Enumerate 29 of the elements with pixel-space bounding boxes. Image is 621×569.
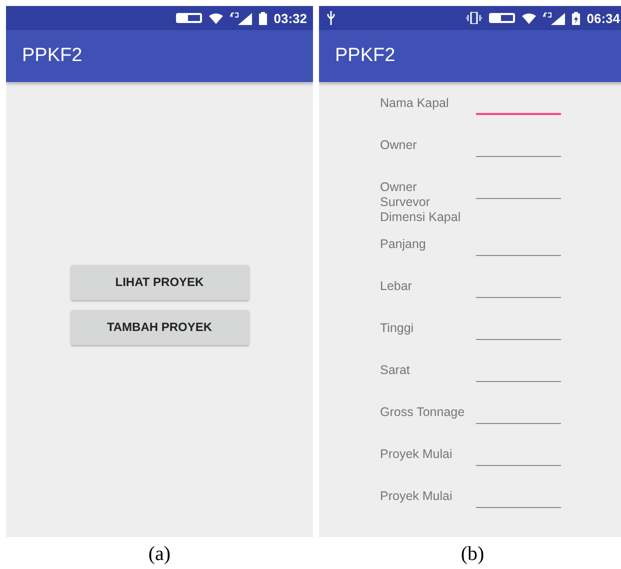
menu-button[interactable]: TAMBAH PROYEK <box>70 310 248 344</box>
figure-caption: (a) <box>148 543 171 566</box>
section-heading: Dimensi Kapal <box>380 210 462 225</box>
field-label: Lebar <box>380 279 413 294</box>
field-label: Owner <box>380 138 418 153</box>
battery-icon <box>572 12 580 24</box>
clock-time: 06:34 <box>586 10 620 26</box>
field-label: Gross Tonnage <box>380 405 466 420</box>
field-label: Owner Survevor <box>380 180 432 210</box>
field-label: Sarat <box>380 363 411 378</box>
wifi-icon <box>208 12 223 24</box>
app-title: PPKF2 <box>22 45 82 67</box>
menu-button[interactable]: LIHAT PROYEK <box>70 264 248 300</box>
clock-time: 03:32 <box>274 10 307 26</box>
field-label: Tinggi <box>380 321 415 336</box>
field-label: Proyek Mulai <box>380 447 454 462</box>
field-label: Panjang <box>380 237 427 252</box>
battery-icon <box>258 12 267 24</box>
usb-icon <box>327 11 335 25</box>
figure-caption: (b) <box>460 543 484 566</box>
signal-icon <box>230 12 252 24</box>
volte-icon <box>176 13 202 23</box>
volte-icon <box>488 13 515 23</box>
wifi-icon <box>522 12 536 24</box>
signal-icon <box>542 12 565 24</box>
vibrate-icon <box>466 12 482 24</box>
field-label: Nama Kapal <box>380 96 450 111</box>
app-title: PPKF2 <box>335 45 396 67</box>
field-label: Proyek Mulai <box>380 489 454 504</box>
